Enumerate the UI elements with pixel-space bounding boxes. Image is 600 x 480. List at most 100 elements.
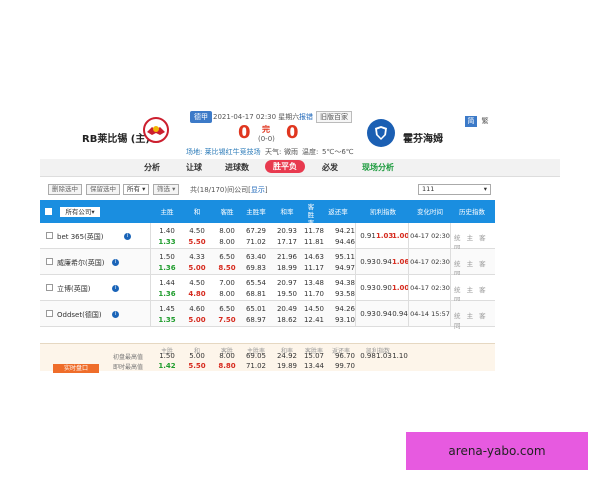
change-time[interactable]: 04-14 15:57	[410, 310, 450, 318]
column-divider	[450, 223, 451, 249]
info-icon[interactable]: i	[124, 233, 131, 240]
company-name[interactable]: 立博(英国)	[57, 284, 90, 294]
row-checkbox[interactable]	[46, 284, 53, 291]
page: RB莱比锡 (主) 德甲 2021-04-17 02:30 星期六 报错 旧版百…	[0, 0, 600, 480]
change-time[interactable]: 04-17 02:30	[410, 232, 450, 240]
column-divider	[450, 301, 451, 327]
promo-banner[interactable]: arena-yabo.com	[406, 432, 588, 470]
col-history: 历史指数	[459, 208, 485, 216]
summary-block: 主胜 和 客胜 主胜率 和率 客胜率 返还率 凯利指数 实时盘口 初盘最高值 1.…	[40, 343, 495, 373]
live-odds-cell: 8.00	[219, 238, 235, 246]
nav-tab-analysis[interactable]: 分析	[144, 162, 160, 173]
company-count-value: 18/170	[199, 186, 225, 194]
company-name[interactable]: 威廉希尔(英国)	[57, 258, 104, 268]
live-odds-cell: 4.80	[188, 290, 206, 298]
open-odds-cell: 4.60	[189, 305, 205, 313]
live-odds-cell: 68.97	[245, 316, 267, 324]
table-row: bet 365(英国) i 1.40 4.50 8.00 67.29 20.93 11.78 9…	[40, 223, 495, 252]
old-version-link[interactable]: 旧版百家	[316, 111, 352, 123]
select-all-checkbox[interactable]	[45, 208, 52, 215]
nav-tab-betfair[interactable]: 必发	[322, 162, 338, 173]
col-away-win: 客胜	[220, 208, 234, 216]
table-row: 立博(英国) i 1.44 4.50 7.00 65.54 20.97 13.48 94.38 1…	[40, 275, 495, 304]
open-odds-cell: 4.50	[189, 279, 205, 287]
col-draw-rate: 和率	[280, 208, 294, 216]
live-odds-cell: 1.33	[158, 238, 176, 246]
away-team-name[interactable]: 霍芬海姆	[403, 130, 443, 145]
open-odds-cell: 1.50	[159, 253, 175, 261]
venue: 场地: 莱比锡红牛竞技场	[186, 148, 261, 156]
live-odds-cell: 8.50	[218, 264, 236, 272]
info-icon[interactable]: i	[112, 259, 119, 266]
change-time[interactable]: 04-17 02:30	[410, 258, 450, 266]
history-links[interactable]: 统 主 客 同	[454, 310, 495, 330]
open-odds-cell: 14.63	[303, 253, 325, 261]
all-select[interactable]: 所有 ▾	[123, 184, 150, 195]
company-name[interactable]: bet 365(英国)	[57, 232, 104, 242]
table-row: 威廉希尔(英国) i 1.50 4.33 6.50 63.40 21.96 14.63 95.1…	[40, 249, 495, 278]
open-odds-cell: 4.33	[189, 253, 205, 261]
live-odds-cell: 11.81	[303, 238, 325, 246]
row-checkbox[interactable]	[46, 310, 53, 317]
live-odds-cell: 18.62	[276, 316, 298, 324]
live-odds-cell: 18.99	[276, 264, 298, 272]
info-icon[interactable]: i	[112, 311, 119, 318]
column-divider	[355, 249, 356, 275]
right-select[interactable]: 111 ▾	[418, 184, 491, 195]
nav-tab-live-analysis[interactable]: 现场分析	[362, 162, 394, 173]
show-link[interactable]: 显示	[251, 186, 265, 194]
live-odds-cell: 5.50	[188, 238, 206, 246]
row-checkbox[interactable]	[46, 258, 53, 265]
live-odds-button[interactable]: 实时盘口	[53, 364, 99, 373]
kelly-cell: 0.93	[360, 284, 376, 292]
column-divider	[355, 223, 356, 249]
company-filter-select[interactable]: 所有公司▾	[60, 207, 100, 217]
nav-tab-goals[interactable]: 进球数	[225, 162, 249, 173]
summary-kelly-cell: 1.03	[376, 352, 392, 360]
away-team-logo[interactable]	[367, 119, 395, 147]
summary-value-cell: 19.89	[276, 362, 298, 370]
column-divider	[355, 301, 356, 327]
kelly-cell: 0.94	[376, 310, 392, 318]
shield-icon	[375, 126, 387, 140]
traditional-chinese-button[interactable]: 繁	[479, 116, 491, 127]
home-team-logo[interactable]	[143, 117, 169, 143]
change-time[interactable]: 04-17 02:30	[410, 284, 450, 292]
league-tag[interactable]: 德甲	[190, 111, 212, 123]
column-divider	[150, 223, 151, 249]
summary-kelly-cell: 1.10	[392, 352, 408, 360]
open-odds-cell: 14.50	[303, 305, 325, 313]
open-odds-cell: 21.96	[276, 253, 298, 261]
temperature-label: 温度:	[302, 148, 319, 156]
home-team-name[interactable]: RB莱比锡 (主)	[82, 130, 150, 145]
kelly-cell: 0.93	[360, 258, 376, 266]
live-odds-cell: 1.36	[158, 264, 176, 272]
column-divider	[150, 301, 151, 327]
kelly-cell: 0.91	[360, 232, 376, 240]
column-divider	[408, 249, 409, 275]
bull-icon	[147, 126, 165, 135]
live-odds-cell: 11.70	[303, 290, 325, 298]
open-odds-cell: 65.54	[245, 279, 267, 287]
delete-selected-button[interactable]: 删除选中	[48, 184, 82, 195]
halftime-score: (0-0)	[258, 135, 275, 143]
col-kelly: 凯利指数	[370, 208, 396, 216]
open-odds-cell: 1.40	[159, 227, 175, 235]
nav-tab-1x2[interactable]: 胜平负	[265, 160, 305, 173]
nav-tab-handicap[interactable]: 让球	[186, 162, 202, 173]
keep-selected-button[interactable]: 保留选中	[86, 184, 120, 195]
info-icon[interactable]: i	[112, 285, 119, 292]
company-name[interactable]: Oddset(德国)	[57, 310, 102, 320]
kelly-cell: 1.03	[376, 232, 394, 240]
company-filter-label: 所有公司	[65, 208, 92, 216]
open-odds-cell: 1.45	[159, 305, 175, 313]
column-divider	[150, 275, 151, 301]
match-status: 完	[262, 125, 270, 134]
filter-button[interactable]: 筛选 ▾	[153, 184, 180, 195]
summary-value-cell: 8.00	[219, 352, 235, 360]
summary-value-cell: 1.42	[158, 362, 176, 370]
report-error-link[interactable]: 报错	[299, 112, 313, 122]
simplified-chinese-button[interactable]: 简	[465, 116, 477, 127]
row-checkbox[interactable]	[46, 232, 53, 239]
column-divider	[408, 301, 409, 327]
